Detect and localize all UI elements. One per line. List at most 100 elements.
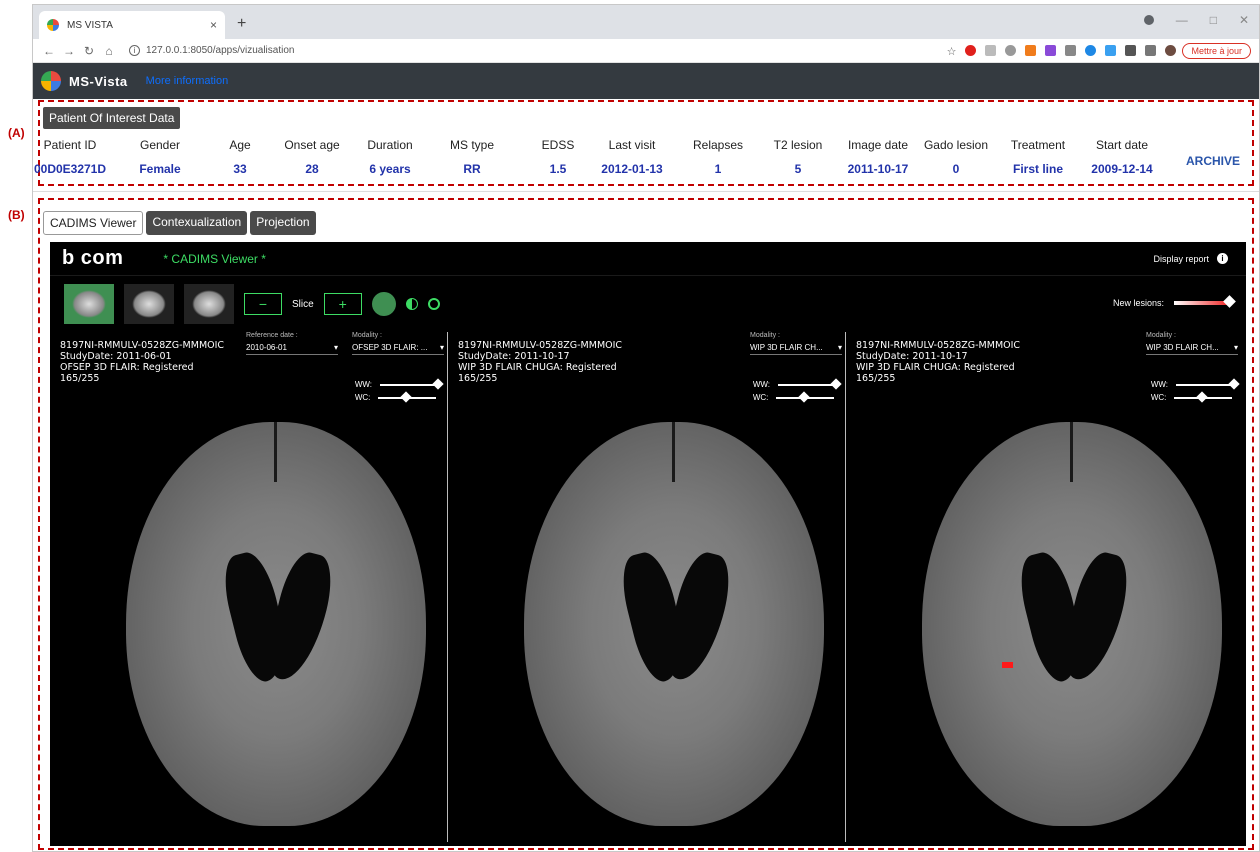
url-field[interactable]: i 127.0.0.1:8050/apps/vizualisation	[129, 45, 294, 56]
ww-handle[interactable]	[1228, 377, 1240, 390]
patient-column: Onset age 28	[272, 134, 352, 180]
fissure	[1070, 422, 1073, 482]
doc-icon[interactable]	[985, 45, 997, 56]
wc-handle[interactable]	[798, 390, 811, 403]
modality-select[interactable]: WIP 3D FLAIR CH... ▾	[1146, 341, 1238, 355]
column-header: Onset age	[284, 138, 340, 152]
new-tab-icon[interactable]: +	[237, 15, 246, 33]
wc-slider[interactable]	[1174, 390, 1233, 403]
ww-handle[interactable]	[830, 377, 842, 390]
coronal-view-thumbnail[interactable]	[184, 284, 234, 324]
wc-handle[interactable]	[1196, 390, 1209, 403]
wc-slider[interactable]	[378, 390, 437, 403]
wc-label: WC:	[1150, 393, 1167, 402]
opera-icon[interactable]	[965, 45, 977, 56]
pen-icon[interactable]	[1045, 45, 1057, 56]
ww-slider[interactable]	[1176, 377, 1240, 390]
modality-control: Modality : WIP 3D FLAIR CH... ▾	[750, 332, 842, 355]
column-value: 33	[233, 162, 247, 176]
ww-handle[interactable]	[432, 377, 444, 390]
profile-icon[interactable]	[1143, 15, 1154, 25]
image-pane-2[interactable]: 8197NI-RMMULV-0528ZG-MMMOIC StudyDate: 2…	[448, 332, 846, 842]
camera-icon[interactable]	[1065, 45, 1077, 56]
cadims-viewer: b com * CADIMS Viewer * Display report i…	[50, 242, 1246, 846]
patient-code: 8197NI-RMMULV-0528ZG-MMMOIC	[60, 340, 225, 351]
column-header: Last visit	[608, 138, 656, 152]
contrast-icon[interactable]	[405, 298, 418, 310]
modality-label: Modality :	[352, 332, 382, 339]
column-header: Gender	[139, 138, 181, 152]
circle-tool-icon[interactable]	[427, 298, 440, 310]
puzzle-icon[interactable]	[1125, 45, 1137, 56]
slice-minus-button[interactable]: −	[244, 293, 282, 315]
color-icon[interactable]	[1085, 45, 1097, 56]
reference-date-control: Reference date : 2010-06-01 ▾	[246, 332, 338, 355]
column-value: 2012-01-13	[601, 162, 663, 176]
slider-handle[interactable]	[1223, 295, 1236, 308]
forward-icon[interactable]: →	[61, 44, 77, 58]
ext-orange-icon[interactable]	[1025, 45, 1037, 56]
playlist-icon[interactable]	[1145, 45, 1157, 56]
slice-plus-button[interactable]: +	[323, 293, 362, 315]
close-window-icon[interactable]: ✕	[1239, 13, 1249, 27]
axial-view-thumbnail[interactable]	[64, 284, 114, 324]
more-information-link[interactable]: More information	[146, 75, 229, 87]
archive-button[interactable]: ARCHIVE	[1186, 154, 1240, 168]
maximize-icon[interactable]: □	[1210, 13, 1217, 27]
url-text: 127.0.0.1:8050/apps/vizualisation	[146, 45, 295, 56]
back-icon[interactable]: ←	[41, 44, 57, 58]
modality-control: Modality : WIP 3D FLAIR CH... ▾	[1146, 332, 1238, 355]
ww-label: WW:	[752, 380, 770, 389]
scan-icon[interactable]	[1105, 45, 1117, 56]
mri-brain-image	[126, 422, 426, 826]
patient-table: Patient ID 00D0E3271D Gender Female Age 33 Ons…	[34, 134, 1153, 180]
modality-label: Modality :	[1146, 332, 1176, 339]
avatar[interactable]	[1165, 45, 1177, 56]
display-report-button[interactable]: Display report i	[1153, 253, 1228, 264]
column-value: 28	[305, 162, 319, 176]
reload-icon[interactable]: ↻	[81, 44, 97, 58]
chevron-down-icon: ▾	[333, 343, 338, 352]
home-icon[interactable]: ⌂	[101, 44, 117, 58]
bcom-logo: b com	[62, 247, 124, 269]
app-name[interactable]: MS-Vista	[69, 74, 128, 89]
patient-of-interest-button[interactable]: Patient Of Interest Data	[43, 107, 181, 129]
patient-column: Last visit 2012-01-13	[592, 134, 672, 180]
patient-column: EDSS 1.5	[518, 134, 598, 180]
modality-select[interactable]: WIP 3D FLAIR CH... ▾	[750, 341, 842, 355]
patient-column: Treatment First line	[998, 134, 1078, 180]
sagittal-view-thumbnail[interactable]	[124, 284, 174, 324]
column-header: Gado lesion	[923, 138, 989, 152]
patient-column: Gado lesion 0	[916, 134, 996, 180]
window-level-controls: WW: WC:	[1150, 377, 1240, 406]
address-bar: ← → ↻ ⌂ i 127.0.0.1:8050/apps/vizualisat…	[33, 39, 1259, 63]
ww-slider[interactable]	[380, 377, 444, 390]
wc-label: WC:	[354, 393, 371, 402]
ww-slider[interactable]	[778, 377, 842, 390]
image-pane-1[interactable]: 8197NI-RMMULV-0528ZG-MMMOIC StudyDate: 2…	[50, 332, 448, 842]
image-pane-3[interactable]: 8197NI-RMMULV-0528ZG-MMMOIC StudyDate: 2…	[846, 332, 1244, 842]
browser-tabbar: MS VISTA × + — □ ✕	[33, 5, 1259, 39]
star-icon[interactable]: ☆	[947, 45, 957, 58]
new-lesions-slider[interactable]	[1174, 295, 1236, 308]
slice-label: Slice	[292, 298, 314, 310]
reference-date-select[interactable]: 2010-06-01 ▾	[246, 341, 338, 355]
modality-control: Modality : OFSEP 3D FLAIR: ... ▾	[352, 332, 444, 355]
pin-icon[interactable]	[1005, 45, 1017, 56]
update-button[interactable]: Mettre à jour	[1182, 42, 1251, 59]
column-header: Image date	[847, 138, 909, 152]
info-icon[interactable]: i	[1217, 253, 1228, 264]
site-info-icon[interactable]: i	[129, 45, 140, 56]
slice-index: 165/255	[60, 373, 100, 384]
modality-select[interactable]: OFSEP 3D FLAIR: ... ▾	[352, 341, 444, 355]
wc-handle[interactable]	[400, 390, 413, 403]
tab-close-icon[interactable]: ×	[210, 18, 217, 32]
pane-info: 8197NI-RMMULV-0528ZG-MMMOIC StudyDate: 2…	[856, 340, 1020, 384]
minimize-icon[interactable]: —	[1176, 13, 1188, 27]
pane-info: 8197NI-RMMULV-0528ZG-MMMOIC StudyDate: 2…	[60, 340, 224, 384]
browser-tab[interactable]: MS VISTA ×	[39, 11, 225, 39]
new-lesion-marker[interactable]	[1002, 662, 1013, 668]
wc-slider[interactable]	[776, 390, 835, 403]
pan-move-icon[interactable]	[371, 292, 396, 316]
study-date: StudyDate: 2011-10-17	[856, 351, 968, 362]
